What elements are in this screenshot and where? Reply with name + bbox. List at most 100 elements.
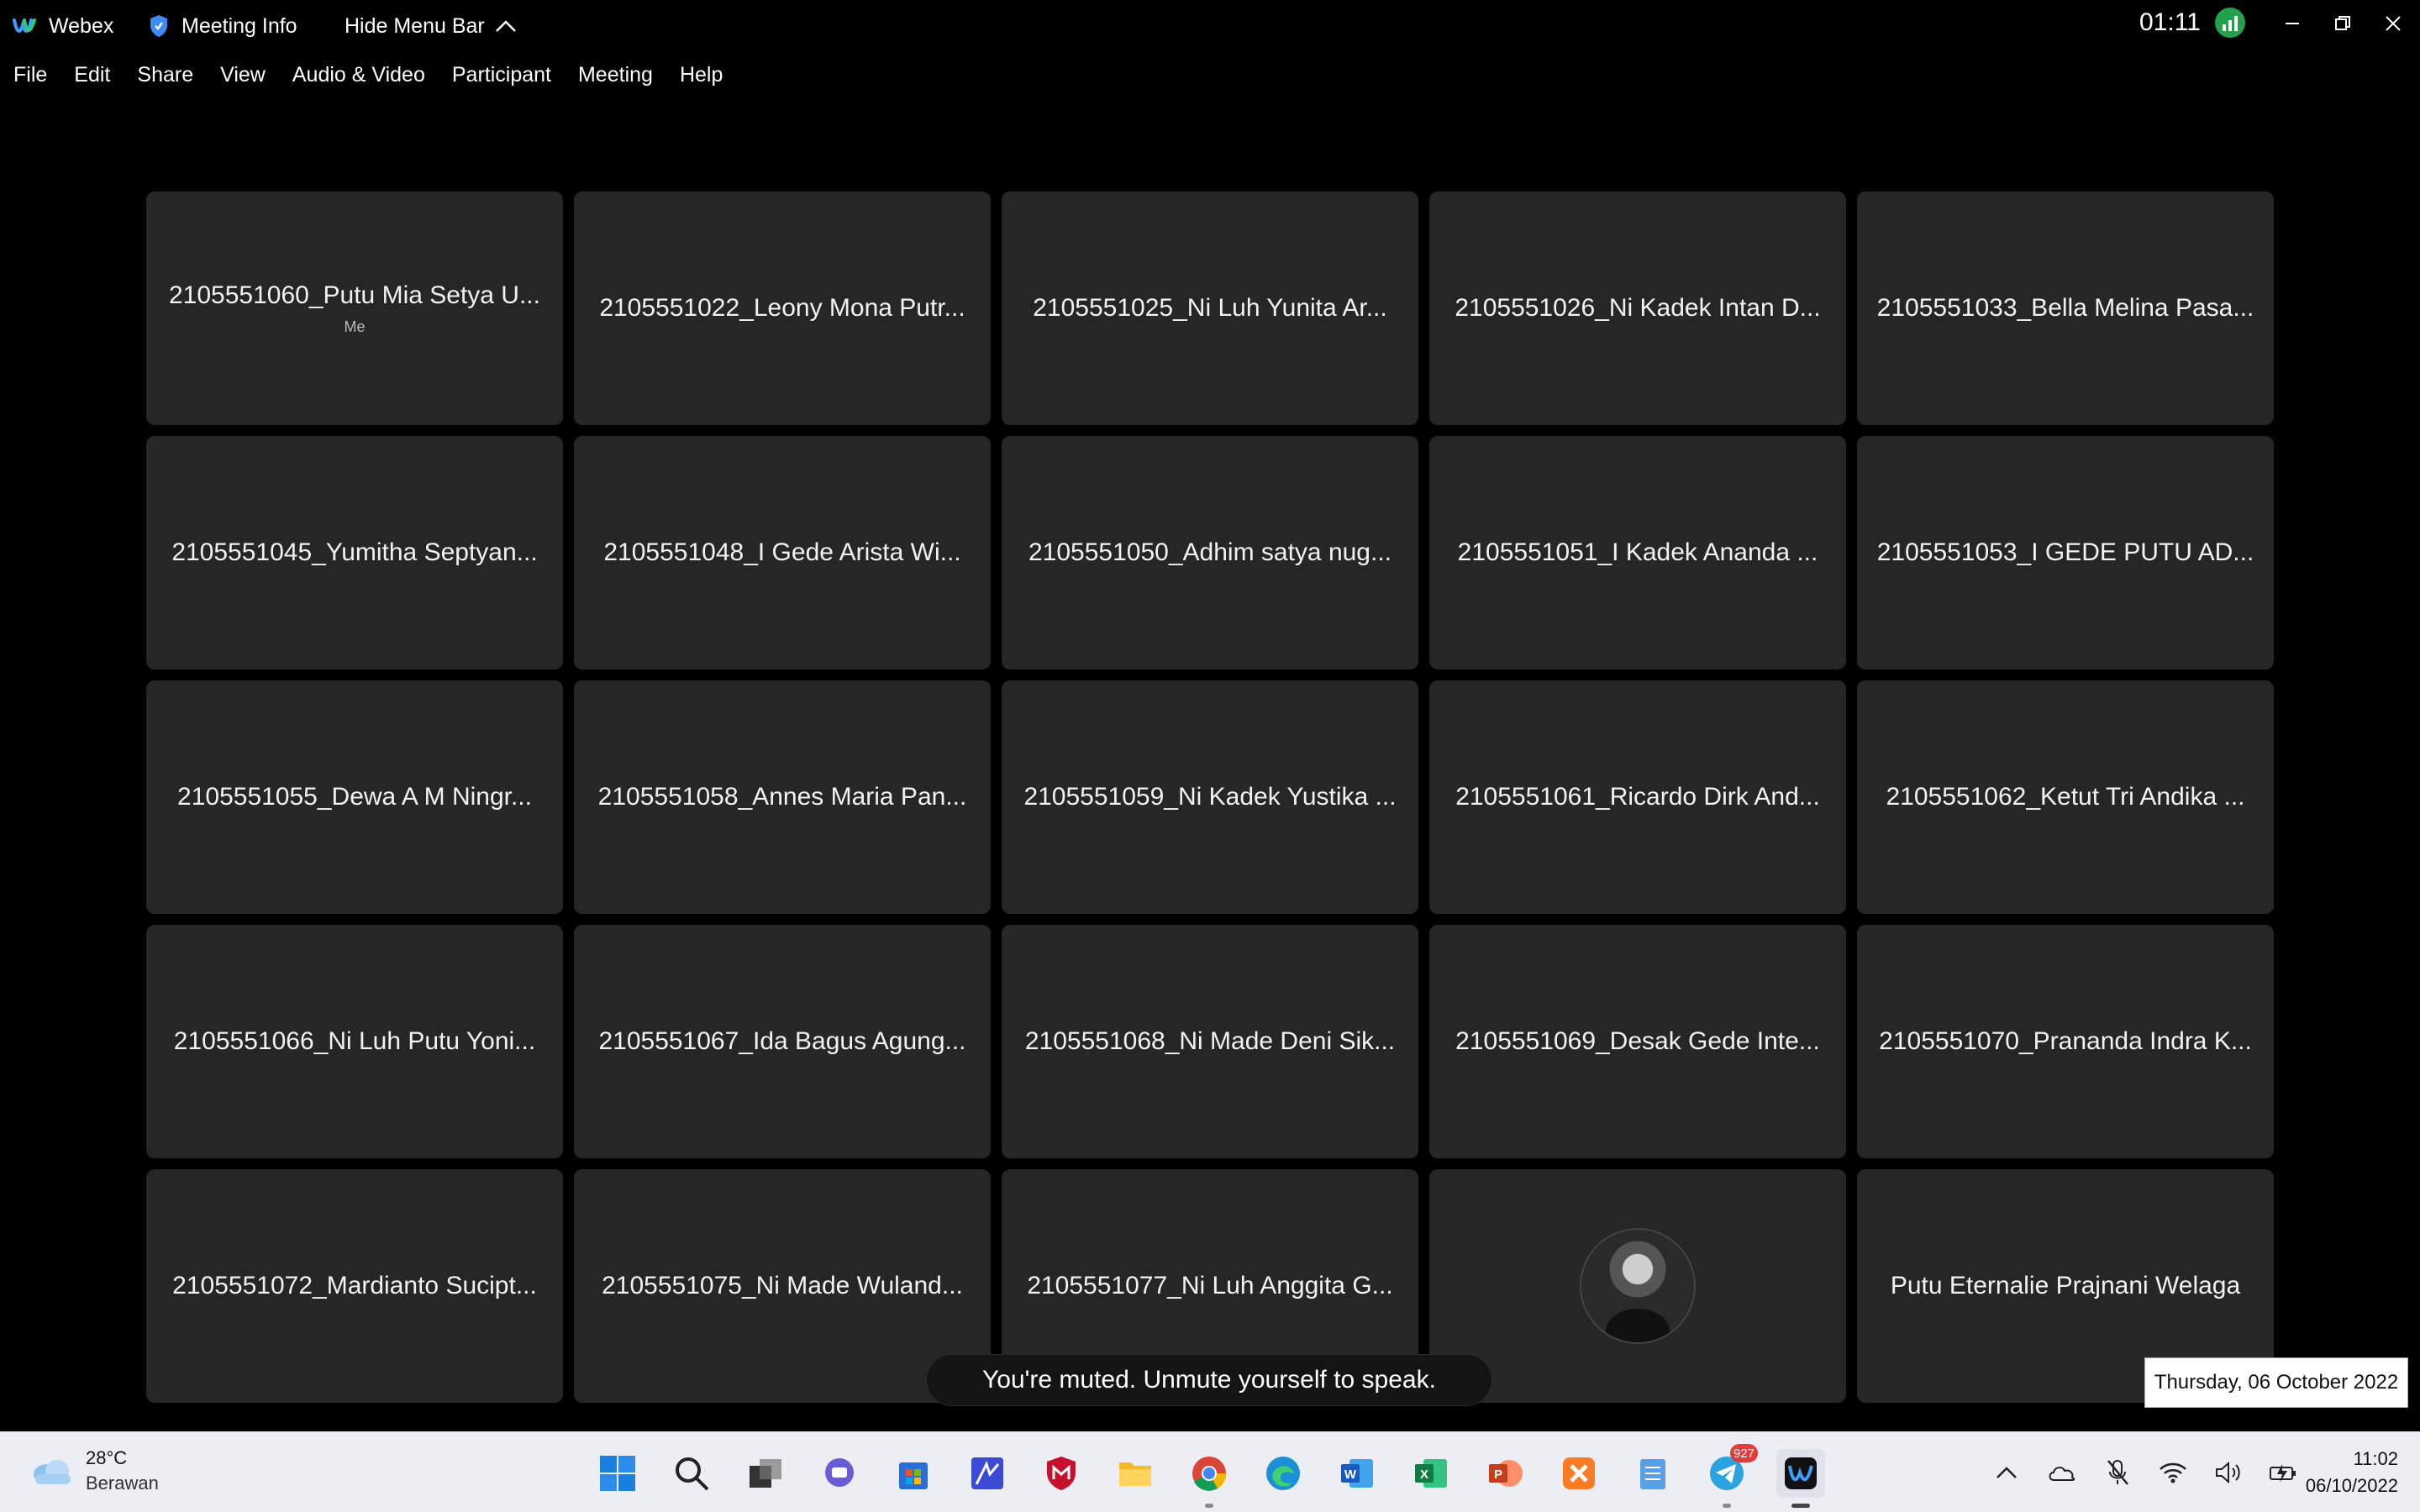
minimize-icon [2286, 23, 2299, 24]
participant-tile[interactable]: 2105551053_I GEDE PUTU AD... [1857, 436, 2274, 669]
chrome-button[interactable] [1185, 1449, 1234, 1508]
participant-tile[interactable]: 2105551068_Ni Made Deni Sik... [1002, 925, 1418, 1158]
participant-name: 2105551022_Leony Mona Putr... [599, 294, 965, 322]
minimize-button[interactable] [2274, 8, 2311, 39]
xampp-icon [1563, 1457, 1595, 1489]
search-button[interactable] [667, 1449, 716, 1498]
participant-tile[interactable]: 2105551050_Adhim satya nug... [1002, 436, 1418, 669]
volume-button[interactable] [2212, 1456, 2245, 1489]
menu-meeting[interactable]: Meeting [578, 63, 653, 87]
participant-tile[interactable]: 2105551058_Annes Maria Pan... [574, 680, 991, 914]
start-button[interactable] [593, 1449, 642, 1498]
teams-chat-button[interactable] [815, 1449, 864, 1498]
weather-condition: Berawan [86, 1473, 159, 1494]
participant-name: 2105551077_Ni Luh Anggita G... [1027, 1272, 1393, 1299]
participant-tile[interactable]: 2105551067_Ida Bagus Agung... [574, 925, 991, 1158]
webex-icon [1785, 1457, 1817, 1489]
word-icon: W [1341, 1459, 1373, 1488]
meeting-info-label: Meeting Info [182, 13, 297, 38]
participant-tile[interactable]: 2105551026_Ni Kadek Intan D... [1429, 192, 1846, 425]
webex-taskbar-button[interactable] [1776, 1449, 1825, 1508]
participant-tile[interactable]: 2105551025_Ni Luh Yunita Ar... [1002, 192, 1418, 425]
search-icon [676, 1457, 709, 1491]
meeting-info-button[interactable]: Meeting Info [148, 12, 297, 40]
notepad-icon [1640, 1459, 1665, 1489]
xampp-button[interactable] [1555, 1449, 1603, 1498]
participant-tile[interactable]: 2105551033_Bella Melina Pasa... [1857, 192, 2274, 425]
participant-name: 2105551070_Prananda Indra K... [1879, 1027, 2252, 1055]
mcafee-button[interactable] [1037, 1449, 1086, 1498]
menu-edit[interactable]: Edit [74, 63, 110, 87]
participant-name: 2105551072_Mardianto Sucipt... [172, 1272, 537, 1299]
svg-text:X: X [1420, 1467, 1428, 1482]
menu-audio-video[interactable]: Audio & Video [292, 63, 425, 87]
participant-tile[interactable]: 2105551059_Ni Kadek Yustika ... [1002, 680, 1418, 914]
mcafee-shield-icon [1047, 1457, 1076, 1490]
edge-icon [1266, 1457, 1300, 1490]
excel-button[interactable]: X [1407, 1449, 1455, 1498]
close-button[interactable] [2375, 8, 2412, 39]
chat-icon [825, 1458, 854, 1487]
date-tooltip: Thursday, 06 October 2022 [2144, 1357, 2408, 1408]
hide-menu-bar-button[interactable]: Hide Menu Bar [345, 12, 517, 40]
participant-tile[interactable] [1429, 1169, 1846, 1403]
restore-button[interactable] [2324, 8, 2361, 39]
notepad-button[interactable] [1628, 1449, 1677, 1498]
chrome-icon [1192, 1457, 1227, 1491]
participant-tile[interactable]: 2105551062_Ketut Tri Andika ... [1857, 680, 2274, 914]
menu-file[interactable]: File [13, 63, 47, 87]
menu-view[interactable]: View [220, 63, 266, 87]
pen-app-button[interactable] [963, 1449, 1012, 1498]
participant-name: 2105551045_Yumitha Septyan... [171, 538, 538, 566]
participant-tile[interactable]: 2105551072_Mardianto Sucipt... [146, 1169, 563, 1403]
close-icon [2386, 16, 2401, 31]
muted-notification: You're muted. Unmute yourself to speak. [926, 1354, 1492, 1406]
participant-grid: 2105551060_Putu Mia Setya U... Me 2105551… [146, 192, 2274, 1403]
participant-name: 2105551053_I GEDE PUTU AD... [1876, 538, 2254, 566]
app-title: Webex [12, 12, 113, 40]
windows-start-icon [600, 1456, 635, 1491]
running-indicator [1723, 1504, 1731, 1508]
wifi-button[interactable] [2156, 1456, 2190, 1489]
running-indicator [1205, 1504, 1213, 1508]
system-tray [1990, 1456, 2301, 1489]
menu-participant[interactable]: Participant [452, 63, 551, 87]
me-label: Me [344, 318, 366, 335]
participant-tile[interactable]: 2105551069_Desak Gede Inte... [1429, 925, 1846, 1158]
participant-tile[interactable]: 2105551060_Putu Mia Setya U... Me [146, 192, 563, 425]
telegram-button[interactable]: 927 [1702, 1444, 1758, 1508]
store-button[interactable] [889, 1449, 938, 1498]
task-view-button[interactable] [741, 1449, 790, 1498]
menu-share[interactable]: Share [137, 63, 193, 87]
show-hidden-icons-button[interactable] [1990, 1456, 2023, 1489]
participant-tile[interactable]: 2105551055_Dewa A M Ningr... [146, 680, 563, 914]
powerpoint-button[interactable]: P [1481, 1449, 1529, 1498]
hide-menu-bar-label: Hide Menu Bar [345, 13, 485, 38]
folder-icon [1119, 1462, 1151, 1486]
onedrive-button[interactable] [2045, 1456, 2079, 1489]
wifi-icon [2160, 1462, 2186, 1483]
weather-widget[interactable]: 28°C Berawan [29, 1447, 159, 1494]
word-button[interactable]: W [1333, 1449, 1381, 1498]
file-explorer-button[interactable] [1111, 1449, 1160, 1498]
cloud-icon [34, 1460, 71, 1484]
participant-tile[interactable]: 2105551070_Prananda Indra K... [1857, 925, 2274, 1158]
participant-tile[interactable]: 2105551051_I Kadek Ananda ... [1429, 436, 1846, 669]
connection-stats-icon[interactable] [2215, 8, 2245, 38]
system-clock[interactable]: 11:02 06/10/2022 [2289, 1446, 2398, 1499]
onedrive-cloud-icon [2049, 1467, 2075, 1481]
participant-name: 2105551069_Desak Gede Inte... [1455, 1027, 1820, 1055]
participant-name: 2105551066_Ni Luh Putu Yoni... [173, 1027, 536, 1055]
title-bar: Webex Meeting Info Hide Menu Bar 01:11 [0, 0, 2420, 52]
participant-tile[interactable]: 2105551045_Yumitha Septyan... [146, 436, 563, 669]
participant-tile[interactable]: 2105551066_Ni Luh Putu Yoni... [146, 925, 563, 1158]
menu-help[interactable]: Help [680, 63, 723, 87]
participant-tile[interactable]: 2105551048_I Gede Arista Wi... [574, 436, 991, 669]
chevron-up-icon [1996, 1467, 2017, 1478]
microphone-muted-button[interactable] [2101, 1456, 2134, 1489]
edge-button[interactable] [1259, 1449, 1307, 1498]
participant-tile[interactable]: 2105551061_Ricardo Dirk And... [1429, 680, 1846, 914]
active-indicator [1791, 1504, 1810, 1508]
participant-tile[interactable]: 2105551022_Leony Mona Putr... [574, 192, 991, 425]
participant-name: Putu Eternalie Prajnani Welaga [1890, 1272, 2241, 1299]
